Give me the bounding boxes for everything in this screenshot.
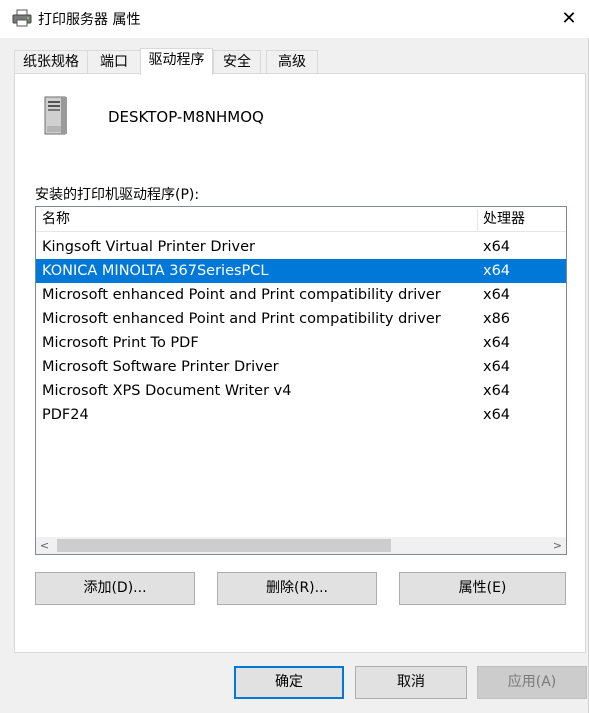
driver-processor: x64 [483,263,511,279]
tab-drivers[interactable]: 驱动程序 [140,48,213,75]
tab-security[interactable]: 安全 [213,50,261,74]
server-name: DESKTOP-M8NHMOQ [108,108,264,126]
add-driver-button[interactable]: 添加(D)... [35,572,195,605]
server-tower-icon [44,96,67,135]
printer-server-properties-window: 打印服务器 属性 ✕ 纸张规格 端口 驱动程序 安全 高级 DESKTOP-M8… [0,0,589,713]
driver-processor: x64 [483,407,511,423]
column-header-processor[interactable]: 处理器 [483,207,525,232]
list-item[interactable]: Microsoft enhanced Point and Print compa… [36,283,566,307]
driver-name: Microsoft enhanced Point and Print compa… [42,287,441,303]
remove-driver-button[interactable]: 删除(R)... [217,572,377,605]
driver-name: Microsoft XPS Document Writer v4 [42,383,292,399]
driver-name: PDF24 [42,407,89,423]
driver-processor: x64 [483,359,511,375]
driver-processor: x64 [483,335,511,351]
printer-icon [12,9,32,27]
list-item[interactable]: Kingsoft Virtual Printer Driver x64 [36,235,566,259]
list-item-selected[interactable]: KONICA MINOLTA 367SeriesPCL x64 [36,259,566,283]
scrollbar-thumb[interactable] [57,539,391,552]
driver-processor: x86 [483,311,511,327]
driver-processor: x64 [483,287,511,303]
driver-name: KONICA MINOLTA 367SeriesPCL [42,263,269,279]
driver-processor: x64 [483,383,511,399]
list-header: 名称 处理器 [36,207,566,232]
driver-name: Microsoft Software Printer Driver [42,359,279,375]
ok-button[interactable]: 确定 [234,666,344,699]
driver-name: Microsoft enhanced Point and Print compa… [42,311,441,327]
close-icon: ✕ [561,7,577,29]
column-header-name[interactable]: 名称 [42,207,70,232]
column-divider[interactable] [477,209,478,231]
window-title: 打印服务器 属性 [38,12,141,28]
driver-properties-button[interactable]: 属性(E) [399,572,566,605]
drivers-panel: DESKTOP-M8NHMOQ 安装的打印机驱动程序(P): 名称 处理器 Ki… [14,73,586,653]
title-bar: 打印服务器 属性 ✕ [0,0,589,38]
installed-drivers-label: 安装的打印机驱动程序(P): [35,187,200,203]
cancel-button[interactable]: 取消 [355,666,467,699]
apply-button[interactable]: 应用(A) [477,666,587,699]
driver-processor: x64 [483,239,511,255]
close-button[interactable]: ✕ [549,0,589,36]
tab-paper-sizes[interactable]: 纸张规格 [14,50,88,74]
list-item[interactable]: Microsoft XPS Document Writer v4 x64 [36,379,566,403]
driver-name: Kingsoft Virtual Printer Driver [42,239,255,255]
list-item[interactable]: Microsoft Software Printer Driver x64 [36,355,566,379]
tab-ports[interactable]: 端口 [87,50,141,74]
scroll-left-icon[interactable]: < [36,537,53,554]
driver-name: Microsoft Print To PDF [42,335,199,351]
scroll-right-icon[interactable]: > [549,537,566,554]
list-rows: Kingsoft Virtual Printer Driver x64 KONI… [36,235,566,427]
tab-advanced[interactable]: 高级 [266,50,318,74]
list-item[interactable]: Microsoft Print To PDF x64 [36,331,566,355]
drivers-list[interactable]: 名称 处理器 Kingsoft Virtual Printer Driver x… [35,206,567,555]
list-item[interactable]: Microsoft enhanced Point and Print compa… [36,307,566,331]
list-item[interactable]: PDF24 x64 [36,403,566,427]
horizontal-scrollbar[interactable]: < > [36,537,566,554]
